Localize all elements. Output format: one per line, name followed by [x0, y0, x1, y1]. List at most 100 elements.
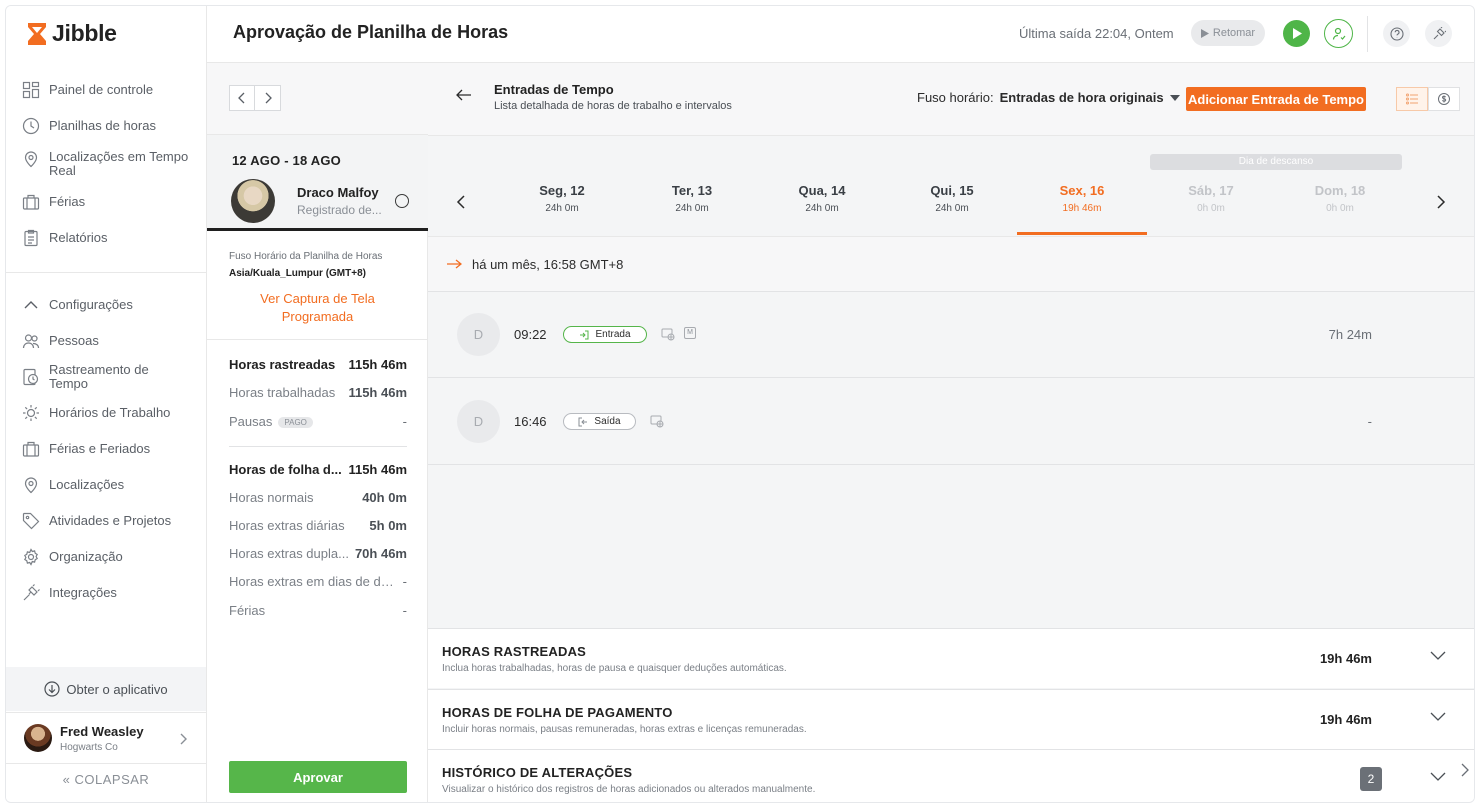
sidebar-item-settings-toggle[interactable]: Configurações	[6, 287, 206, 323]
section-value: 19h 46m	[1319, 651, 1372, 666]
entry-time: 16:46	[514, 414, 547, 429]
sidebar-item-label: Integrações	[49, 585, 117, 600]
chevron-right-icon	[265, 92, 272, 104]
avatar	[231, 179, 275, 223]
section-subtitle: Visualizar o histórico dos registros de …	[442, 784, 816, 795]
change-count-badge: 2	[1360, 767, 1382, 791]
sidebar-item-integrations[interactable]: Integrações	[6, 575, 206, 611]
day-tab-sat[interactable]: Sáb, 17 0h 0m	[1146, 183, 1276, 235]
people-icon	[22, 334, 40, 349]
sidebar-item-dashboard[interactable]: Painel de controle	[6, 72, 206, 108]
sidebar-item-reports[interactable]: Relatórios	[6, 220, 206, 256]
sidebar-item-activities-projects[interactable]: Atividades e Projetos	[6, 503, 206, 539]
page-title: Aprovação de Planilha de Horas	[233, 22, 509, 42]
day-tab-sun[interactable]: Dom, 18 0h 0m	[1275, 183, 1405, 235]
person-clock-icon	[1332, 27, 1345, 40]
timesheet-summary-panel: 12 AGO - 18 AGO Draco Malfoy Registrado …	[207, 63, 428, 802]
sidebar-item-time-tracking[interactable]: Rastreamento de Tempo	[6, 359, 206, 395]
clock-in-button[interactable]	[1283, 20, 1310, 47]
brand-logo[interactable]: Jibble	[26, 20, 117, 47]
avatar: D	[457, 313, 500, 356]
get-app-label: Obter o aplicativo	[66, 681, 168, 697]
timezone-select[interactable]: Fuso horário: Entradas de hora originais	[917, 90, 1180, 105]
clock-in-other-button[interactable]	[1324, 19, 1353, 48]
top-header: Aprovação de Planilha de Horas Última sa…	[207, 6, 1474, 63]
add-time-entry-button[interactable]: Adicionar Entrada de Tempo	[1186, 87, 1366, 111]
header-divider	[1367, 16, 1368, 52]
chevron-left-icon[interactable]	[456, 195, 466, 209]
integrations-button[interactable]	[1425, 20, 1452, 47]
time-entry-row[interactable]: D 09:22 Entrada M 7h 24m	[428, 292, 1474, 378]
tag-icon	[22, 512, 40, 530]
resume-label: Retomar	[1212, 27, 1256, 39]
employee-week-card[interactable]: 12 AGO - 18 AGO Draco Malfoy Registrado …	[207, 135, 428, 231]
payroll-hours-section[interactable]: HORAS DE FOLHA DE PAGAMENTO Incluir hora…	[428, 689, 1474, 749]
gear-icon	[24, 548, 38, 566]
avatar	[24, 724, 52, 752]
chevron-right-icon[interactable]	[1436, 195, 1446, 209]
chevron-up-icon	[24, 301, 38, 309]
sidebar-item-leave[interactable]: Férias	[6, 184, 206, 220]
settings-nav: Configurações Pessoas Rastreamento de Te…	[6, 287, 206, 611]
employee-name: Draco Malfoy	[297, 185, 379, 200]
next-week-button[interactable]	[255, 85, 281, 111]
tracked-hours-stats: Horas rastreadas 115h 46m Horas trabalha…	[229, 350, 407, 625]
list-view-button[interactable]	[1396, 87, 1428, 111]
main-nav: Painel de controle Planilhas de horas Lo…	[6, 72, 206, 256]
sidebar-item-label: Pessoas	[49, 333, 99, 348]
chevron-right-icon	[180, 733, 187, 745]
clipboard-icon	[24, 229, 38, 247]
help-button[interactable]	[1383, 20, 1410, 47]
suitcase-icon	[22, 441, 40, 457]
time-entries-panel: Entradas de Tempo Lista detalhada de hor…	[428, 63, 1474, 802]
time-entries-subtitle: Lista detalhada de horas de trabalho e i…	[494, 100, 732, 112]
arrow-left-icon[interactable]	[456, 89, 472, 101]
day-tab-fri[interactable]: Sex, 16 19h 46m	[1017, 183, 1147, 235]
sidebar-item-work-schedules[interactable]: Horários de Trabalho	[6, 395, 206, 431]
section-title: HORAS RASTREADAS	[442, 644, 587, 659]
stat-row: Férias -	[229, 602, 407, 618]
brand-name: Jibble	[52, 20, 117, 46]
previous-week-button[interactable]	[229, 85, 255, 111]
sidebar-item-label: Planilhas de horas	[49, 118, 156, 133]
chevron-right-icon[interactable]	[1461, 763, 1469, 777]
nav-divider	[6, 272, 206, 273]
view-scheduled-screenshot-link[interactable]: Ver Captura de Tela Programada	[229, 290, 406, 326]
chevron-down-icon[interactable]	[1430, 712, 1446, 722]
stat-row: Horas extras em dias de de... -	[229, 573, 407, 589]
sidebar-item-timesheets[interactable]: Planilhas de horas	[6, 108, 206, 144]
sidebar-item-label: Relatórios	[49, 230, 108, 245]
chevron-down-icon[interactable]	[1430, 772, 1446, 782]
change-history-section[interactable]: HISTÓRICO DE ALTERAÇÕES Visualizar o his…	[428, 749, 1474, 802]
day-tab-thu[interactable]: Qui, 15 24h 0m	[887, 183, 1017, 235]
location-pin-icon	[24, 151, 38, 168]
current-user[interactable]: Fred Weasley Hogwarts Co	[6, 712, 206, 764]
sidebar-item-live-locations[interactable]: Localizações em Tempo Real	[6, 144, 206, 184]
collapse-sidebar-button[interactable]: « COLAPSAR	[6, 772, 206, 787]
stat-row: Horas extras diárias 5h 0m	[229, 517, 407, 533]
cost-view-button[interactable]	[1428, 87, 1460, 111]
manual-entry-badge: M	[684, 327, 696, 339]
sidebar-item-leave-holidays[interactable]: Férias e Feriados	[6, 431, 206, 467]
last-clock-out: Última saída 22:04, Ontem	[1019, 26, 1174, 41]
sidebar-item-label: Painel de controle	[49, 82, 154, 97]
user-name: Fred Weasley	[60, 723, 144, 739]
day-tab-tue[interactable]: Ter, 13 24h 0m	[627, 183, 757, 235]
sidebar-item-people[interactable]: Pessoas	[6, 323, 206, 359]
suitcase-icon	[22, 194, 40, 210]
day-tab-mon[interactable]: Seg, 12 24h 0m	[497, 183, 627, 235]
clock-icon	[22, 117, 40, 135]
sidebar-item-locations[interactable]: Localizações	[6, 467, 206, 503]
arrow-right-icon	[447, 259, 462, 269]
time-entry-row[interactable]: D 16:46 Saída -	[428, 379, 1474, 465]
tracked-hours-section[interactable]: HORAS RASTREADAS Inclua horas trabalhada…	[428, 628, 1474, 688]
sidebar: Jibble Painel de controle Planilhas de h…	[6, 6, 207, 802]
section-subtitle: Inclua horas trabalhadas, horas de pausa…	[442, 663, 787, 674]
approve-button[interactable]: Aprovar	[229, 761, 407, 793]
get-app-button[interactable]: Obter o aplicativo	[6, 667, 206, 711]
day-tab-wed[interactable]: Qua, 14 24h 0m	[757, 183, 887, 235]
sidebar-item-label: Horários de Trabalho	[49, 405, 171, 420]
resume-button[interactable]: Retomar	[1191, 20, 1265, 46]
chevron-down-icon[interactable]	[1430, 651, 1446, 661]
sidebar-item-organization[interactable]: Organização	[6, 539, 206, 575]
